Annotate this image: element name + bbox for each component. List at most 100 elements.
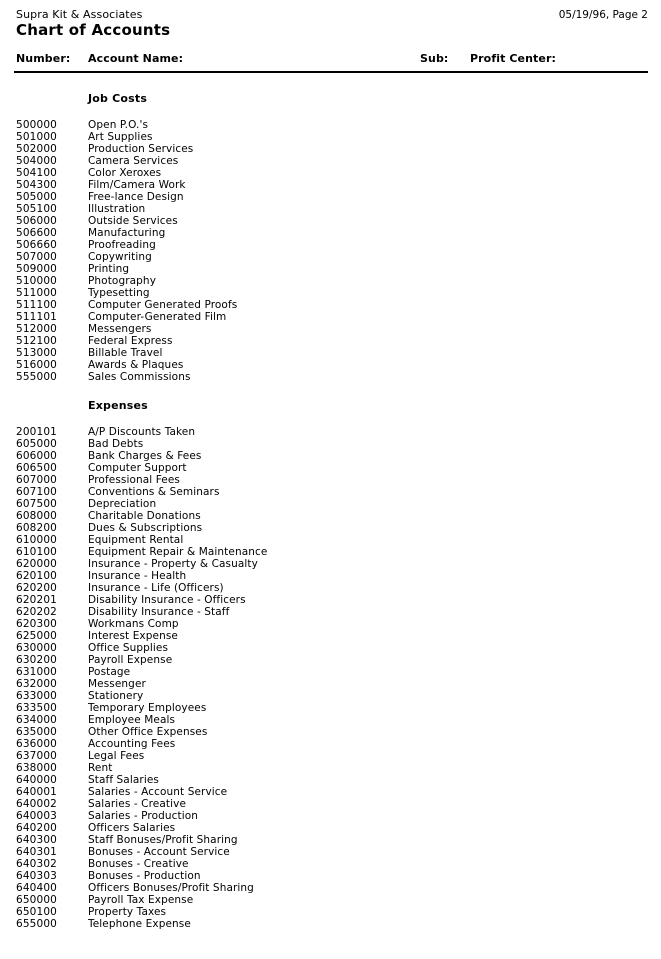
account-name: Billable Travel: [88, 347, 163, 359]
table-row[interactable]: 506660 Proofreading: [0, 239, 661, 251]
table-row[interactable]: 640002 Salaries - Creative: [0, 798, 661, 810]
account-number: 640303: [16, 870, 57, 882]
table-row[interactable]: 608200 Dues & Subscriptions: [0, 522, 661, 534]
table-row[interactable]: 631000 Postage: [0, 666, 661, 678]
table-row[interactable]: 640000 Staff Salaries: [0, 774, 661, 786]
account-name: Dues & Subscriptions: [88, 522, 203, 534]
account-name: Insurance - Life (Officers): [88, 582, 224, 594]
table-row[interactable]: 640400 Officers Bonuses/Profit Sharing: [0, 882, 661, 894]
table-row[interactable]: 511101 Computer-Generated Film: [0, 311, 661, 323]
table-row[interactable]: 636000 Accounting Fees: [0, 738, 661, 750]
account-name: Property Taxes: [88, 906, 167, 918]
table-row[interactable]: 605000 Bad Debts: [0, 438, 661, 450]
table-row[interactable]: 516000 Awards & Plaques: [0, 359, 661, 371]
table-row[interactable]: 507000 Copywriting: [0, 251, 661, 263]
table-row[interactable]: 650000 Payroll Tax Expense: [0, 894, 661, 906]
account-number: 606500: [16, 462, 57, 474]
table-row[interactable]: 638000 Rent: [0, 762, 661, 774]
table-row[interactable]: 610000 Equipment Rental: [0, 534, 661, 546]
account-number: 640300: [16, 834, 57, 846]
table-row[interactable]: 610100 Equipment Repair & Maintenance: [0, 546, 661, 558]
table-row[interactable]: 620100 Insurance - Health: [0, 570, 661, 582]
account-number: 511000: [16, 287, 57, 299]
account-number: 506660: [16, 239, 57, 251]
table-row[interactable]: 620300 Workmans Comp: [0, 618, 661, 630]
account-number: 640001: [16, 786, 57, 798]
account-name: Messengers: [88, 323, 152, 335]
table-row[interactable]: 633500 Temporary Employees: [0, 702, 661, 714]
table-row[interactable]: 506000 Outside Services: [0, 215, 661, 227]
account-number: 637000: [16, 750, 57, 762]
table-row[interactable]: 502000 Production Services: [0, 143, 661, 155]
table-row[interactable]: 504000 Camera Services: [0, 155, 661, 167]
account-name: Salaries - Creative: [88, 798, 186, 810]
account-name: Federal Express: [88, 335, 173, 347]
account-number: 650000: [16, 894, 57, 906]
account-number: 509000: [16, 263, 57, 275]
table-row[interactable]: 655000 Telephone Expense: [0, 918, 661, 930]
account-number: 630000: [16, 642, 57, 654]
table-row[interactable]: 200101 A/P Discounts Taken: [0, 426, 661, 438]
table-row[interactable]: 640302 Bonuses - Creative: [0, 858, 661, 870]
table-row[interactable]: 620202 Disability Insurance - Staff: [0, 606, 661, 618]
table-row[interactable]: 555000 Sales Commissions: [0, 371, 661, 383]
table-row[interactable]: 510000 Photography: [0, 275, 661, 287]
account-name: Workmans Comp: [88, 618, 179, 630]
table-row[interactable]: 505000 Free-lance Design: [0, 191, 661, 203]
account-name: Art Supplies: [88, 131, 153, 143]
table-row[interactable]: 606000 Bank Charges & Fees: [0, 450, 661, 462]
account-name: Payroll Expense: [88, 654, 173, 666]
table-row[interactable]: 625000 Interest Expense: [0, 630, 661, 642]
table-row[interactable]: 620000 Insurance - Property & Casualty: [0, 558, 661, 570]
table-row[interactable]: 500000 Open P.O.'s: [0, 119, 661, 131]
account-name: Officers Salaries: [88, 822, 176, 834]
table-row[interactable]: 504100 Color Xeroxes: [0, 167, 661, 179]
account-name: Equipment Repair & Maintenance: [88, 546, 268, 558]
section-title: Expenses: [88, 399, 148, 412]
table-row[interactable]: 607000 Professional Fees: [0, 474, 661, 486]
report-page: Supra Kit & Associates Chart of Accounts…: [0, 0, 661, 959]
page-title: Chart of Accounts: [16, 21, 171, 39]
table-row[interactable]: 630200 Payroll Expense: [0, 654, 661, 666]
account-name: Production Services: [88, 143, 194, 155]
table-row[interactable]: 512100 Federal Express: [0, 335, 661, 347]
table-row[interactable]: 513000 Billable Travel: [0, 347, 661, 359]
table-row[interactable]: 607100 Conventions & Seminars: [0, 486, 661, 498]
account-number: 620200: [16, 582, 57, 594]
table-row[interactable]: 640200 Officers Salaries: [0, 822, 661, 834]
account-number: 511101: [16, 311, 57, 323]
table-row[interactable]: 640001 Salaries - Account Service: [0, 786, 661, 798]
table-row[interactable]: 640303 Bonuses - Production: [0, 870, 661, 882]
account-number: 610000: [16, 534, 57, 546]
table-row[interactable]: 633000 Stationery: [0, 690, 661, 702]
table-row[interactable]: 637000 Legal Fees: [0, 750, 661, 762]
table-row[interactable]: 512000 Messengers: [0, 323, 661, 335]
table-row[interactable]: 504300 Film/Camera Work: [0, 179, 661, 191]
table-row[interactable]: 650100 Property Taxes: [0, 906, 661, 918]
account-number: 640003: [16, 810, 57, 822]
table-row[interactable]: 634000 Employee Meals: [0, 714, 661, 726]
table-row[interactable]: 607500 Depreciation: [0, 498, 661, 510]
table-row[interactable]: 606500 Computer Support: [0, 462, 661, 474]
table-row[interactable]: 608000 Charitable Donations: [0, 510, 661, 522]
table-row[interactable]: 640301 Bonuses - Account Service: [0, 846, 661, 858]
section-rows: 500000 Open P.O.'s 501000 Art Supplies 50200…: [0, 119, 661, 383]
table-row[interactable]: 630000 Office Supplies: [0, 642, 661, 654]
table-row[interactable]: 509000 Printing: [0, 263, 661, 275]
table-row[interactable]: 511100 Computer Generated Proofs: [0, 299, 661, 311]
table-row[interactable]: 635000 Other Office Expenses: [0, 726, 661, 738]
table-row[interactable]: 632000 Messenger: [0, 678, 661, 690]
table-row[interactable]: 620201 Disability Insurance - Officers: [0, 594, 661, 606]
account-number: 607500: [16, 498, 57, 510]
table-row[interactable]: 620200 Insurance - Life (Officers): [0, 582, 661, 594]
account-number: 610100: [16, 546, 57, 558]
table-row[interactable]: 640003 Salaries - Production: [0, 810, 661, 822]
table-row[interactable]: 640300 Staff Bonuses/Profit Sharing: [0, 834, 661, 846]
account-name: Messenger: [88, 678, 146, 690]
table-row[interactable]: 501000 Art Supplies: [0, 131, 661, 143]
account-number: 650100: [16, 906, 57, 918]
table-row[interactable]: 506600 Manufacturing: [0, 227, 661, 239]
account-number: 625000: [16, 630, 57, 642]
table-row[interactable]: 511000 Typesetting: [0, 287, 661, 299]
table-row[interactable]: 505100 Illustration: [0, 203, 661, 215]
